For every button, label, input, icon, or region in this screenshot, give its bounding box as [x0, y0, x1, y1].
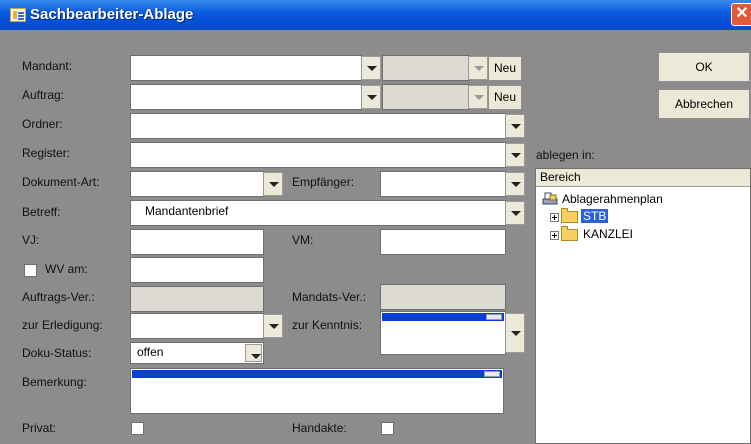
label-mandant: Mandant: [22, 59, 73, 73]
auftrags-ver-input [130, 286, 264, 312]
betreff-input[interactable]: Mandantenbrief [130, 200, 506, 226]
tree-item-stb[interactable]: STB [581, 208, 609, 224]
auftrag-input[interactable] [130, 84, 362, 110]
bemerkung-highlight [132, 370, 502, 378]
label-zur-kenntnis: zur Kenntnis: [292, 318, 363, 332]
dokument-art-dropdown-button[interactable] [263, 172, 283, 196]
register-input[interactable] [130, 142, 506, 168]
auftrag-secondary-input [382, 84, 470, 110]
mandant-dropdown-button[interactable] [361, 56, 381, 80]
zur-erledigung-dropdown-button[interactable] [263, 314, 283, 338]
zur-kenntnis-dropdown-button[interactable] [505, 313, 525, 353]
ordner-dropdown-button[interactable] [505, 114, 525, 138]
label-ordner: Ordner: [22, 117, 63, 131]
vj-input[interactable] [130, 229, 264, 255]
auftrag-secondary-dropdown-button[interactable] [468, 85, 488, 109]
ordner-input[interactable] [130, 113, 506, 139]
bemerkung-scroll-thumb[interactable] [484, 371, 500, 377]
zur-erledigung-input[interactable] [130, 313, 264, 339]
label-handakte: Handakte: [292, 421, 347, 435]
label-register: Register: [22, 146, 71, 160]
label-auftrag: Auftrag: [22, 88, 65, 102]
wv-am-input[interactable] [130, 257, 264, 283]
mandant-neu-button[interactable]: Neu [488, 56, 522, 81]
tree-expand-icon[interactable] [550, 213, 559, 222]
zur-kenntnis-list[interactable] [380, 311, 506, 355]
label-vj: VJ: [22, 233, 40, 247]
ablage-tree[interactable]: Bereich Ablagerahmenplan STB KANZLEI [535, 168, 751, 444]
tree-expand-icon[interactable] [550, 231, 559, 240]
folder-icon [561, 226, 578, 241]
auftrag-neu-button[interactable]: Neu [488, 85, 522, 110]
wv-am-checkbox[interactable] [24, 264, 37, 277]
privat-checkbox[interactable] [131, 422, 144, 435]
label-mandats-ver: Mandats-Ver.: [292, 290, 367, 304]
plan-icon [542, 192, 558, 205]
window-title: Sachbearbeiter-Ablage [30, 6, 194, 23]
label-bemerkung: Bemerkung: [22, 375, 87, 389]
register-dropdown-button[interactable] [505, 143, 525, 167]
close-button[interactable]: ✕ [731, 3, 751, 26]
folder-icon [561, 208, 578, 223]
label-ablegen-in: ablegen in: [536, 148, 595, 162]
zur-kenntnis-scroll-thumb[interactable] [486, 314, 502, 320]
sachbearbeiter-ablage-window: Sachbearbeiter-Ablage ✕ Mandant: Neu Auf… [0, 0, 751, 444]
label-wv-am: WV am: [45, 262, 88, 276]
tree-header: Bereich [536, 169, 750, 187]
label-auftrags-ver: Auftrags-Ver.: [22, 290, 95, 304]
vm-input[interactable] [380, 229, 506, 255]
auftrag-dropdown-button[interactable] [361, 85, 381, 109]
tree-item-kanzlei[interactable]: KANZLEI [583, 226, 633, 242]
doku-status-dropdown-button[interactable] [245, 344, 262, 362]
label-empfaenger: Empfänger: [292, 175, 355, 189]
mandant-secondary-dropdown-button[interactable] [468, 56, 488, 80]
dokument-art-input[interactable] [130, 171, 264, 197]
mandats-ver-input [380, 284, 506, 310]
label-dokument-art: Dokument-Art: [22, 175, 100, 189]
close-icon: ✕ [735, 5, 749, 22]
doku-status-select[interactable]: offen [130, 342, 264, 364]
abbrechen-button[interactable]: Abbrechen [658, 89, 750, 119]
label-doku-status: Doku-Status: [22, 346, 92, 360]
mandant-input[interactable] [130, 55, 362, 81]
handakte-checkbox[interactable] [381, 422, 394, 435]
label-privat: Privat: [22, 421, 57, 435]
empfaenger-input[interactable] [380, 171, 506, 197]
ok-button[interactable]: OK [658, 52, 750, 82]
title-bar[interactable]: Sachbearbeiter-Ablage ✕ [0, 0, 751, 30]
label-zur-erledigung: zur Erledigung: [22, 318, 103, 332]
betreff-dropdown-button[interactable] [505, 201, 525, 225]
label-betreff: Betreff: [22, 205, 61, 219]
mandant-secondary-input [382, 55, 470, 81]
window-icon [10, 8, 26, 22]
tree-item-stb-label: STB [581, 209, 609, 223]
label-vm: VM: [292, 233, 314, 247]
bemerkung-textarea[interactable] [130, 368, 504, 414]
tree-root-ablagerahmenplan[interactable]: Ablagerahmenplan [562, 191, 663, 207]
empfaenger-dropdown-button[interactable] [505, 172, 525, 196]
